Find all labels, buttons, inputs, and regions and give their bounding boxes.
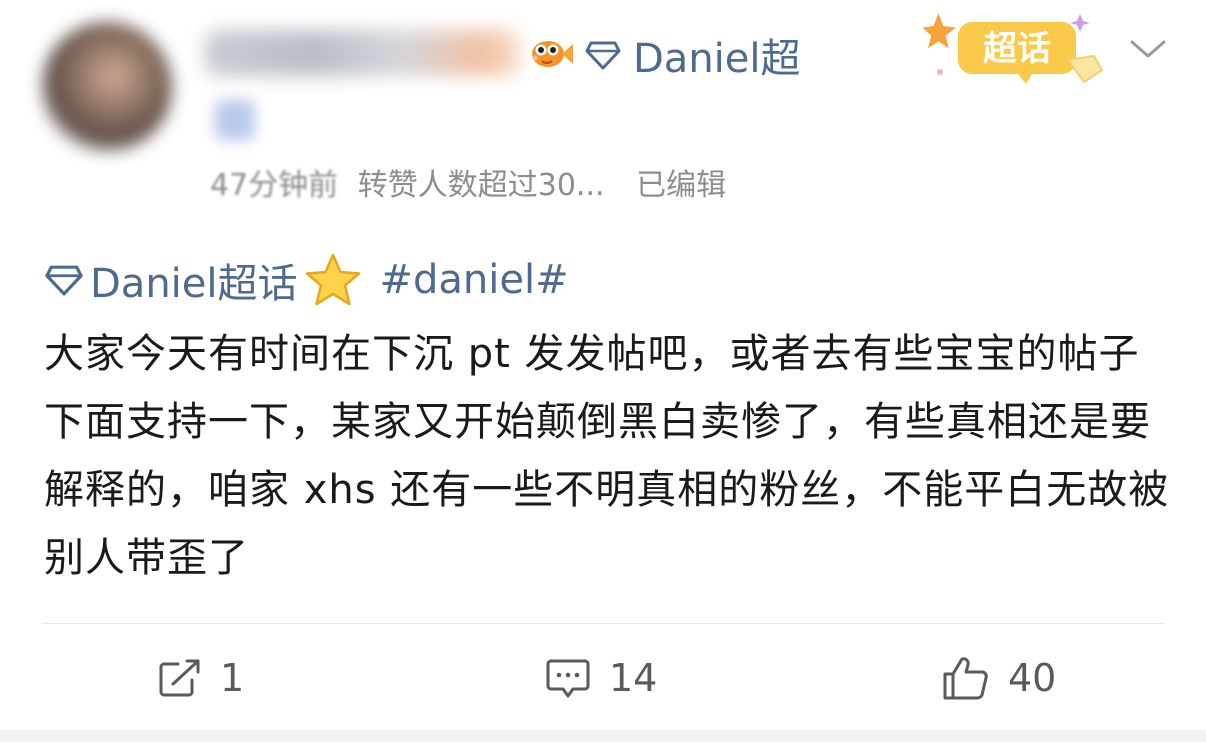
repost-icon — [159, 659, 200, 697]
post-body: 大家今天有时间在下沉 pt 发发帖吧，或者去有些宝宝的帖子下面支持一下，某家又开… — [44, 331, 1170, 581]
repost-count: 1 — [220, 656, 245, 700]
supertopic-author-link[interactable]: Daniel超 — [585, 30, 801, 82]
topic-link[interactable]: Daniel超话 — [90, 251, 298, 309]
author-link-label: Daniel超 — [633, 36, 801, 82]
diamond-icon — [585, 41, 621, 70]
edited-label: 已编辑 — [636, 168, 727, 203]
supertopic-badge[interactable]: 超话 — [918, 8, 1108, 88]
like-count: 40 — [1008, 656, 1057, 700]
like-button[interactable]: 40 — [942, 650, 1056, 706]
blurred-member-badge — [215, 100, 255, 140]
divider — [42, 623, 1164, 624]
thumbs-up-icon — [943, 657, 988, 700]
chevron-down-icon[interactable] — [1128, 34, 1168, 64]
hashtag-link[interactable]: #daniel# — [380, 257, 569, 303]
post-meta: 47分钟前 转赞人数超过30... 已编辑 — [210, 160, 726, 204]
repost-button[interactable]: 1 — [158, 650, 244, 706]
fish-emoji-icon — [532, 41, 573, 67]
comment-count: 14 — [609, 656, 658, 700]
avatar[interactable] — [42, 22, 172, 152]
likes-over-label: 转赞人数超过30... — [357, 168, 605, 203]
comment-button[interactable]: 14 — [545, 650, 657, 706]
blurred-username[interactable] — [205, 30, 520, 76]
comment-icon — [546, 659, 590, 698]
topic-line: Daniel超话 #daniel# — [44, 252, 569, 308]
diamond-icon — [45, 265, 83, 296]
badge-label: 超话 — [983, 29, 1051, 69]
star-icon — [305, 253, 360, 306]
bottom-separator-band — [0, 730, 1206, 742]
post-time: 47分钟前 — [210, 168, 339, 203]
